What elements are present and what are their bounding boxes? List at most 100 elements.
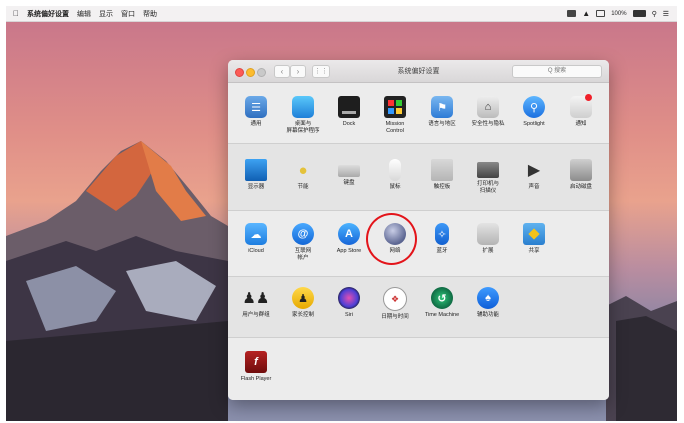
users-icon: ♟♟: [242, 290, 270, 307]
pane-label: Spotlight: [523, 121, 545, 127]
parental-icon: ♟: [292, 287, 314, 309]
pane-notifications[interactable]: 通知: [558, 94, 604, 128]
pane-label: 共享: [528, 248, 540, 254]
pane-label: 互联网 帐户: [294, 248, 312, 261]
pane-displays[interactable]: 显示器: [233, 159, 279, 191]
pane-label: Flash Player: [240, 376, 272, 382]
pane-label: 用户与群组: [242, 312, 270, 318]
system-preferences-window: ‹ › ⋮⋮ 系统偏好设置 Q 搜索 ☰ 通用 桌面与 屏幕保护程序 Dock …: [228, 60, 609, 400]
pane-language-region[interactable]: ⚑ 语言与地区: [419, 96, 465, 128]
dock-icon: [338, 96, 360, 118]
pane-keyboard[interactable]: 键盘: [326, 159, 372, 187]
search-field[interactable]: Q 搜索: [512, 65, 602, 78]
pane-energy-saver[interactable]: ● 节能: [280, 159, 326, 191]
pane-label: iCloud: [248, 248, 264, 254]
pane-label: 安全性与隐私: [471, 121, 505, 127]
menu-edit[interactable]: 编辑: [77, 9, 91, 19]
pane-dock[interactable]: Dock: [326, 96, 372, 128]
pane-label: 声音: [528, 184, 540, 190]
pane-desktop-screensaver[interactable]: 桌面与 屏幕保护程序: [280, 96, 326, 135]
pane-sound[interactable]: ▶ 声音: [511, 159, 557, 191]
pane-mission-control[interactable]: Mission Control: [372, 96, 418, 135]
spotlight-menu-icon[interactable]: ⚲: [652, 10, 657, 18]
battery-icon[interactable]: [632, 10, 646, 17]
menu-help[interactable]: 帮助: [143, 9, 157, 19]
trackpad-icon: [431, 159, 453, 181]
pane-label: Mission Control: [385, 121, 405, 134]
pane-mouse[interactable]: 鼠标: [372, 159, 418, 191]
pane-parental-controls[interactable]: ♟ 家长控制: [280, 287, 326, 319]
bluetooth-icon: ✧: [435, 223, 449, 245]
flash-icon: f: [245, 351, 267, 373]
pane-label: 通用: [250, 121, 262, 127]
pane-label: 蓝牙: [436, 248, 448, 254]
pane-label: 启动磁盘: [569, 184, 592, 190]
time-machine-icon: ↺: [431, 287, 453, 309]
mouse-icon: [389, 159, 401, 181]
pane-label: Dock: [342, 121, 356, 127]
pane-trackpad[interactable]: 触控板: [419, 159, 465, 191]
menu-bar:  系统偏好设置 编辑 显示 窗口 帮助 ▲ 100% ⚲ ☰: [6, 6, 677, 22]
at-icon: @: [292, 223, 314, 245]
airplay-icon[interactable]: [596, 10, 606, 17]
notifications-icon: [570, 94, 592, 118]
section-other: [228, 338, 609, 400]
flag-icon: ⚑: [431, 96, 453, 118]
pane-label: 通知: [575, 121, 587, 127]
battery-percent: 100%: [611, 10, 627, 17]
general-icon: ☰: [245, 96, 267, 118]
icloud-icon: ☁: [245, 223, 267, 245]
pane-label: 桌面与 屏幕保护程序: [286, 121, 320, 134]
sharing-icon: [523, 223, 545, 245]
menu-view[interactable]: 显示: [99, 9, 113, 19]
pane-date-time[interactable]: ❖ 日期与时间: [372, 287, 418, 321]
pane-sharing[interactable]: 共享: [511, 223, 557, 255]
pane-time-machine[interactable]: ↺ Time Machine: [419, 287, 465, 319]
keyboard-icon: [338, 165, 360, 177]
pane-startup-disk[interactable]: 启动磁盘: [558, 159, 604, 191]
display-menu-icon[interactable]: [567, 10, 577, 17]
pane-printers-scanners[interactable]: 打印机与 扫描仪: [465, 159, 511, 195]
pane-label: 键盘: [343, 180, 355, 186]
pane-label: 显示器: [247, 184, 265, 190]
desktop-icon: [292, 96, 314, 118]
title-bar: ‹ › ⋮⋮ 系统偏好设置 Q 搜索: [228, 60, 609, 83]
pane-users-groups[interactable]: ♟♟ 用户与群组: [233, 287, 279, 319]
pane-siri[interactable]: Siri: [326, 287, 372, 319]
siri-icon: [338, 287, 360, 309]
pane-extensions[interactable]: 扩展: [465, 223, 511, 255]
printer-icon: [477, 162, 499, 178]
pane-label: 打印机与 扫描仪: [476, 181, 499, 194]
lock-house-icon: ⌂: [477, 96, 499, 118]
disk-icon: [570, 159, 592, 181]
pane-label: 鼠标: [389, 184, 401, 190]
puzzle-icon: [477, 223, 499, 245]
menu-window[interactable]: 窗口: [121, 9, 135, 19]
pane-icloud[interactable]: ☁ iCloud: [233, 223, 279, 255]
pane-label: 家长控制: [291, 312, 314, 318]
pane-bluetooth[interactable]: ✧ 蓝牙: [419, 223, 465, 255]
pane-flash-player[interactable]: f Flash Player: [233, 351, 279, 383]
pane-internet-accounts[interactable]: @ 互联网 帐户: [280, 223, 326, 262]
pane-general[interactable]: ☰ 通用: [233, 96, 279, 128]
app-store-icon: A: [338, 223, 360, 245]
pane-label: 辅助功能: [476, 312, 499, 318]
list-menu-icon[interactable]: ☰: [663, 10, 669, 18]
pane-security-privacy[interactable]: ⌂ 安全性与隐私: [465, 96, 511, 128]
pane-label: App Store: [336, 248, 362, 254]
bulb-icon: ●: [298, 161, 308, 179]
mission-control-icon: [384, 96, 406, 118]
red-highlight-circle: [366, 213, 417, 265]
pane-spotlight[interactable]: ⚲ Spotlight: [511, 96, 557, 128]
accessibility-icon: ♠: [477, 287, 499, 309]
display-icon: [245, 159, 267, 181]
wifi-icon[interactable]: ▲: [582, 9, 590, 18]
pane-label: 触控板: [433, 184, 451, 190]
pane-label: Time Machine: [424, 312, 460, 318]
pane-label: 节能: [297, 184, 309, 190]
clock-icon: ❖: [383, 287, 407, 311]
menu-system-preferences[interactable]: 系统偏好设置: [27, 9, 69, 19]
apple-logo-icon[interactable]: : [13, 9, 19, 18]
pane-accessibility[interactable]: ♠ 辅助功能: [465, 287, 511, 319]
speaker-icon: ▶: [527, 162, 541, 179]
